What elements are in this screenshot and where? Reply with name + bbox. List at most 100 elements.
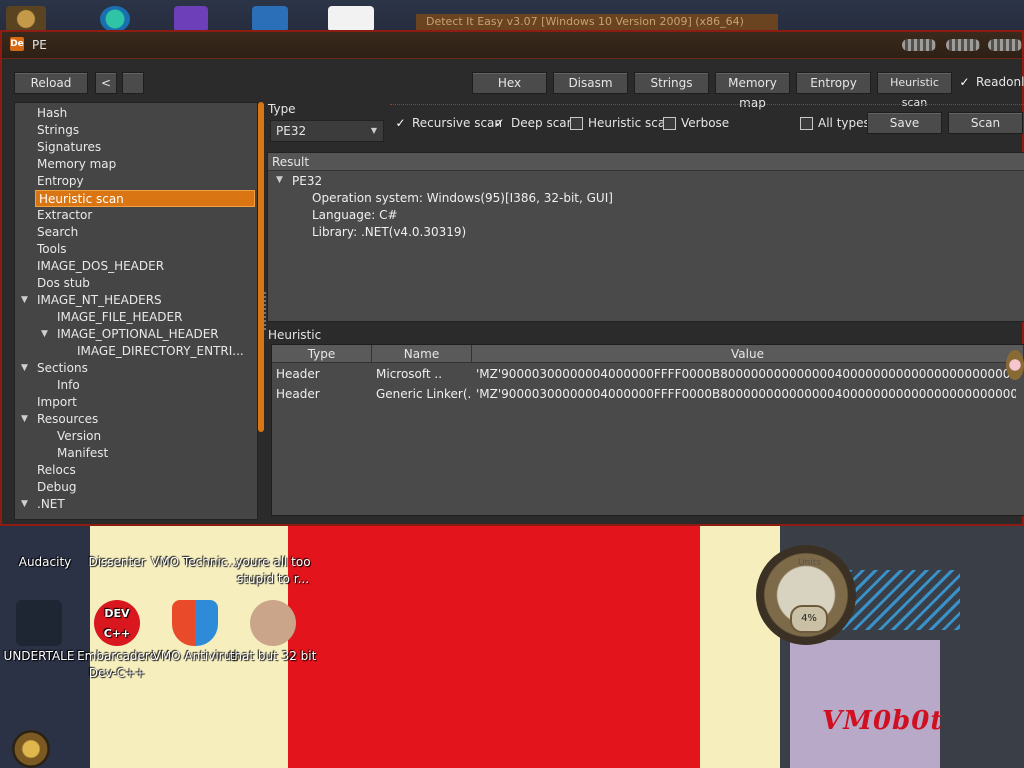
maximize-button[interactable] xyxy=(946,39,980,51)
shield-icon xyxy=(172,600,218,646)
desktop-icon-32bit[interactable]: that but 32 bit xyxy=(228,600,318,665)
recursive-scan-checkbox[interactable]: ✓ Recursive scan xyxy=(394,116,502,130)
result-header: Result xyxy=(268,153,1024,171)
vm-brand-logo: VM0b0t xyxy=(822,706,944,736)
result-language[interactable]: Language: C# xyxy=(312,208,398,222)
table-cell-name[interactable]: Microsoft .. xyxy=(372,365,472,383)
save-button[interactable]: Save xyxy=(867,112,942,134)
column-header-name[interactable]: Name xyxy=(372,345,472,363)
back-button[interactable]: < xyxy=(95,72,117,94)
tree-item[interactable]: .NET xyxy=(37,496,65,513)
desktop-icon-devcpp[interactable]: DEV C++ Embarcadero Dev-C++ xyxy=(72,600,162,682)
wallpaper-mauve-panel xyxy=(790,640,940,768)
tree-item[interactable]: Resources xyxy=(37,411,98,428)
table-cell-value[interactable]: 'MZ'90000300000004000000FFFF0000B8000000… xyxy=(472,385,1016,403)
virtualbox-icon[interactable] xyxy=(252,6,288,32)
heuristic-label: Heuristic xyxy=(268,328,322,342)
hex-button[interactable]: Hex xyxy=(472,72,547,94)
tree-item[interactable]: Debug xyxy=(37,479,76,496)
devcpp-icon: DEV C++ xyxy=(94,600,140,646)
tree-item[interactable]: Strings xyxy=(37,122,79,139)
verbose-checkbox[interactable]: Verbose xyxy=(663,116,729,130)
tree-item[interactable]: Heuristic scan xyxy=(35,190,255,207)
close-button[interactable] xyxy=(988,39,1022,51)
expand-arrow-icon[interactable]: ▼ xyxy=(21,292,28,309)
tree-item[interactable]: Relocs xyxy=(37,462,76,479)
desktop-icon-label: Audacity xyxy=(18,555,72,569)
result-library[interactable]: Library: .NET(v4.0.30319) xyxy=(312,225,466,239)
reload-button[interactable]: Reload xyxy=(14,72,88,94)
tree-item[interactable]: Import xyxy=(37,394,77,411)
tree-item[interactable]: Signatures xyxy=(37,139,101,156)
table-cell-type[interactable]: Header xyxy=(272,385,372,403)
expand-arrow-icon[interactable]: ▼ xyxy=(21,496,28,513)
strings-button[interactable]: Strings xyxy=(634,72,709,94)
forward-button[interactable] xyxy=(122,72,144,94)
tree-item[interactable]: IMAGE_DOS_HEADER xyxy=(37,258,164,275)
table-cell-name[interactable]: Generic Linker(.. xyxy=(372,385,472,403)
tree-item[interactable]: Dos stub xyxy=(37,275,90,292)
deep-scan-checkbox[interactable]: ✓ Deep scan xyxy=(493,116,574,130)
entropy-button[interactable]: Entropy xyxy=(796,72,871,94)
tree-item[interactable]: IMAGE_FILE_HEADER xyxy=(57,309,182,326)
wallpaper-blue-stripes xyxy=(840,570,960,630)
pe-window: De PE Reload < Hex Disasm Strings Memory… xyxy=(0,30,1024,526)
heuristic-scan-button[interactable]: Heuristic scan xyxy=(877,72,952,109)
tree-item[interactable]: Search xyxy=(37,224,78,241)
column-header-type[interactable]: Type xyxy=(272,345,372,363)
section-tree: Hash Strings Signatures Memory map Entropy He… xyxy=(14,102,258,520)
type-select[interactable]: PE32 ▼ xyxy=(270,120,384,142)
tree-item[interactable]: Extractor xyxy=(37,207,92,224)
verbose-label: Verbose xyxy=(681,116,730,130)
tree-item[interactable]: IMAGE_DIRECTORY_ENTRI... xyxy=(77,343,244,360)
heuristic-scan-checkbox[interactable]: Heuristic scan xyxy=(570,116,673,130)
tree-item[interactable]: Version xyxy=(57,428,101,445)
tree-item[interactable]: IMAGE_OPTIONAL_HEADER xyxy=(57,326,219,343)
background-window-titlebar[interactable]: Detect It Easy v3.07 [Windows 10 Version… xyxy=(416,14,778,30)
start-button[interactable] xyxy=(12,730,50,768)
visual-studio-icon[interactable] xyxy=(174,6,208,32)
decorative-ornament-icon xyxy=(1006,350,1024,380)
desktop-icon-stupid[interactable]: youre all too stupid to r... xyxy=(228,528,318,588)
deep-scan-label: Deep scan xyxy=(511,116,575,130)
title-bar[interactable]: De PE xyxy=(2,32,1022,59)
result-os[interactable]: Operation system: Windows(95)[I386, 32-b… xyxy=(312,191,613,205)
tree-item[interactable]: Entropy xyxy=(37,173,84,190)
tree-item[interactable]: Hash xyxy=(37,105,67,122)
minimize-button[interactable] xyxy=(902,39,936,51)
expand-arrow-icon[interactable]: ▼ xyxy=(21,360,28,377)
result-root[interactable]: PE32 xyxy=(292,174,322,188)
tree-item[interactable]: Tools xyxy=(37,241,67,258)
all-types-checkbox[interactable]: All types xyxy=(800,116,870,130)
desktop-icon-label: Dissenter xyxy=(88,555,146,569)
tree-item[interactable]: Manifest xyxy=(57,445,108,462)
tree-item[interactable]: Sections xyxy=(37,360,88,377)
heuristic-table: Type Name Value Header Microsoft .. 'MZ'… xyxy=(271,344,1024,516)
expand-arrow-icon[interactable]: ▼ xyxy=(41,326,48,343)
expand-arrow-icon[interactable]: ▼ xyxy=(276,175,283,185)
tree-scrollbar[interactable] xyxy=(258,102,264,432)
tree-item[interactable]: Memory map xyxy=(37,156,116,173)
desktop-icon-dissenter[interactable]: Dissenter xyxy=(72,528,162,571)
scan-button[interactable]: Scan xyxy=(948,112,1023,134)
desktop-icon-label: that but 32 bit xyxy=(229,649,317,663)
splitter-handle[interactable] xyxy=(264,292,266,332)
wallpaper-red xyxy=(288,525,718,768)
memory-map-button[interactable]: Memory map xyxy=(715,72,790,110)
chevron-down-icon: ▼ xyxy=(370,126,377,135)
disasm-button[interactable]: Disasm xyxy=(553,72,628,94)
table-cell-type[interactable]: Header xyxy=(272,365,372,383)
steam-gear-icon[interactable] xyxy=(6,6,46,32)
expand-arrow-icon[interactable]: ▼ xyxy=(21,411,28,428)
desktop-icon-vmo-technic[interactable]: VMO Technic... xyxy=(150,528,240,571)
document-icon[interactable] xyxy=(328,6,374,32)
tree-item[interactable]: IMAGE_NT_HEADERS xyxy=(37,292,162,309)
desktop-icon-label: VMO Antivirus xyxy=(152,649,238,663)
browser-icon[interactable] xyxy=(100,6,130,32)
tree-item[interactable]: Info xyxy=(57,377,80,394)
column-header-value[interactable]: Value xyxy=(472,345,1024,363)
gauge-unit-label: Units xyxy=(798,558,822,568)
desktop-icon-vmo-antivirus[interactable]: VMO Antivirus xyxy=(150,600,240,665)
table-cell-value[interactable]: 'MZ'90000300000004000000FFFF0000B8000000… xyxy=(472,365,1016,383)
readonly-checkbox[interactable]: ✓ Readonly xyxy=(958,75,1024,89)
